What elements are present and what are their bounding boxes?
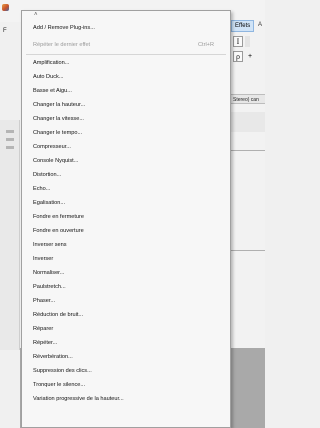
effects-menu: ˄ Add / Remove Plug-ins... Répéter le de… [21, 10, 231, 428]
menu-item-label: Compresseur... [33, 144, 71, 150]
menu-item-repeat-last-effect[interactable]: Répéter le dernier effet Ctrl+R [22, 40, 230, 51]
menu-item-noise-reduction[interactable]: Réduction de bruit... [22, 310, 230, 321]
track-info-panel [231, 112, 265, 132]
menu-item-label: Add / Remove Plug-ins... [33, 25, 95, 31]
menu-item-paulstretch[interactable]: Paulstretch... [22, 282, 230, 293]
menu-item-label: Changer la vitesse... [33, 116, 84, 122]
menu-item-fade-in[interactable]: Fondre en ouverture [22, 226, 230, 237]
menu-item-fade-out[interactable]: Fondre en fermeture [22, 212, 230, 223]
zoom-tool-icon[interactable]: ρ [233, 51, 243, 62]
menu-separator [26, 54, 226, 55]
menu-item-label: Variation progressive de la hauteur... [33, 396, 124, 402]
menu-item-label: Echo... [33, 186, 51, 192]
menu-item-label: Inverser sens [33, 242, 67, 248]
menu-item-sliding-time-scale[interactable]: Variation progressive de la hauteur... [22, 394, 230, 405]
menu-item-change-tempo[interactable]: Changer le tempo... [22, 128, 230, 139]
menu-item-label: Normaliser... [33, 270, 65, 276]
menu-item-label: Changer la hauteur... [33, 102, 86, 108]
menubar-analyze-partial[interactable]: A [258, 22, 262, 28]
menu-item-label: Fondre en fermeture [33, 214, 84, 220]
menu-item-normalize[interactable]: Normaliser... [22, 268, 230, 279]
menu-item-shortcut: Ctrl+R [197, 42, 214, 48]
menu-item-repeat[interactable]: Répéter... [22, 338, 230, 349]
menu-item-label: Suppression des clics... [33, 368, 92, 374]
menu-item-change-speed[interactable]: Changer la vitesse... [22, 114, 230, 125]
menu-item-invert[interactable]: Inverser [22, 254, 230, 265]
menu-item-bass-treble[interactable]: Basse et Aigu... [22, 86, 230, 97]
menu-item-label: Basse et Aigu... [33, 88, 72, 94]
menu-item-equalization[interactable]: Egalisation... [22, 198, 230, 209]
menu-item-label: Amplification... [33, 60, 70, 66]
menu-item-label: Egalisation... [33, 200, 66, 206]
track-name-label: Stereo) can [231, 94, 265, 104]
track-handle [6, 146, 14, 149]
audacity-app-icon [2, 4, 9, 11]
track-handle [6, 138, 14, 141]
menubar-file-partial[interactable]: F [3, 28, 7, 34]
track-control-strip [0, 120, 20, 350]
menu-item-auto-duck[interactable]: Auto Duck... [22, 72, 230, 83]
menu-item-label: Réparer [33, 326, 54, 332]
selection-tool-icon[interactable]: I [233, 36, 243, 47]
menu-item-echo[interactable]: Echo... [22, 184, 230, 195]
menu-item-nyquist-console[interactable]: Console Nyquist... [22, 156, 230, 167]
track-handle [6, 130, 14, 133]
menu-scroll-up-arrow-icon[interactable]: ˄ [34, 12, 38, 18]
menu-item-click-removal[interactable]: Suppression des clics... [22, 366, 230, 377]
menu-item-repair[interactable]: Réparer [22, 324, 230, 335]
menu-item-label: Inverser [33, 256, 54, 262]
menu-item-reverb[interactable]: Réverbération... [22, 352, 230, 363]
track-divider [231, 250, 265, 251]
menu-item-label: Fondre en ouverture [33, 228, 84, 234]
track-divider [231, 150, 265, 151]
menu-item-amplification[interactable]: Amplification... [22, 58, 230, 69]
menu-item-add-remove-plugins[interactable]: Add / Remove Plug-ins... [22, 23, 230, 34]
menu-item-label: Console Nyquist... [33, 158, 79, 164]
menu-item-label: Répéter... [33, 340, 58, 346]
menu-item-label: Distortion... [33, 172, 62, 178]
menubar-effects[interactable]: Effets [231, 20, 255, 32]
menu-item-label: Phaser... [33, 298, 56, 304]
menu-item-label: Réverbération... [33, 354, 73, 360]
menu-item-compressor[interactable]: Compresseur... [22, 142, 230, 153]
multi-tool-icon[interactable]: + [245, 51, 255, 62]
menu-item-label: Tronquer le silence... [33, 382, 86, 388]
toolbar-separator [245, 36, 250, 47]
menu-item-distortion[interactable]: Distortion... [22, 170, 230, 181]
menu-item-label: Réduction de bruit... [33, 312, 84, 318]
menu-item-change-pitch[interactable]: Changer la hauteur... [22, 100, 230, 111]
menu-item-label: Répéter le dernier effet [33, 42, 91, 48]
menu-item-truncate-silence[interactable]: Tronquer le silence... [22, 380, 230, 391]
menu-item-phaser[interactable]: Phaser... [22, 296, 230, 307]
menu-item-label: Auto Duck... [33, 74, 64, 80]
menu-item-label: Paulstretch... [33, 284, 66, 290]
menu-item-reverse[interactable]: Inverser sens [22, 240, 230, 251]
menu-item-label: Changer le tempo... [33, 130, 83, 136]
